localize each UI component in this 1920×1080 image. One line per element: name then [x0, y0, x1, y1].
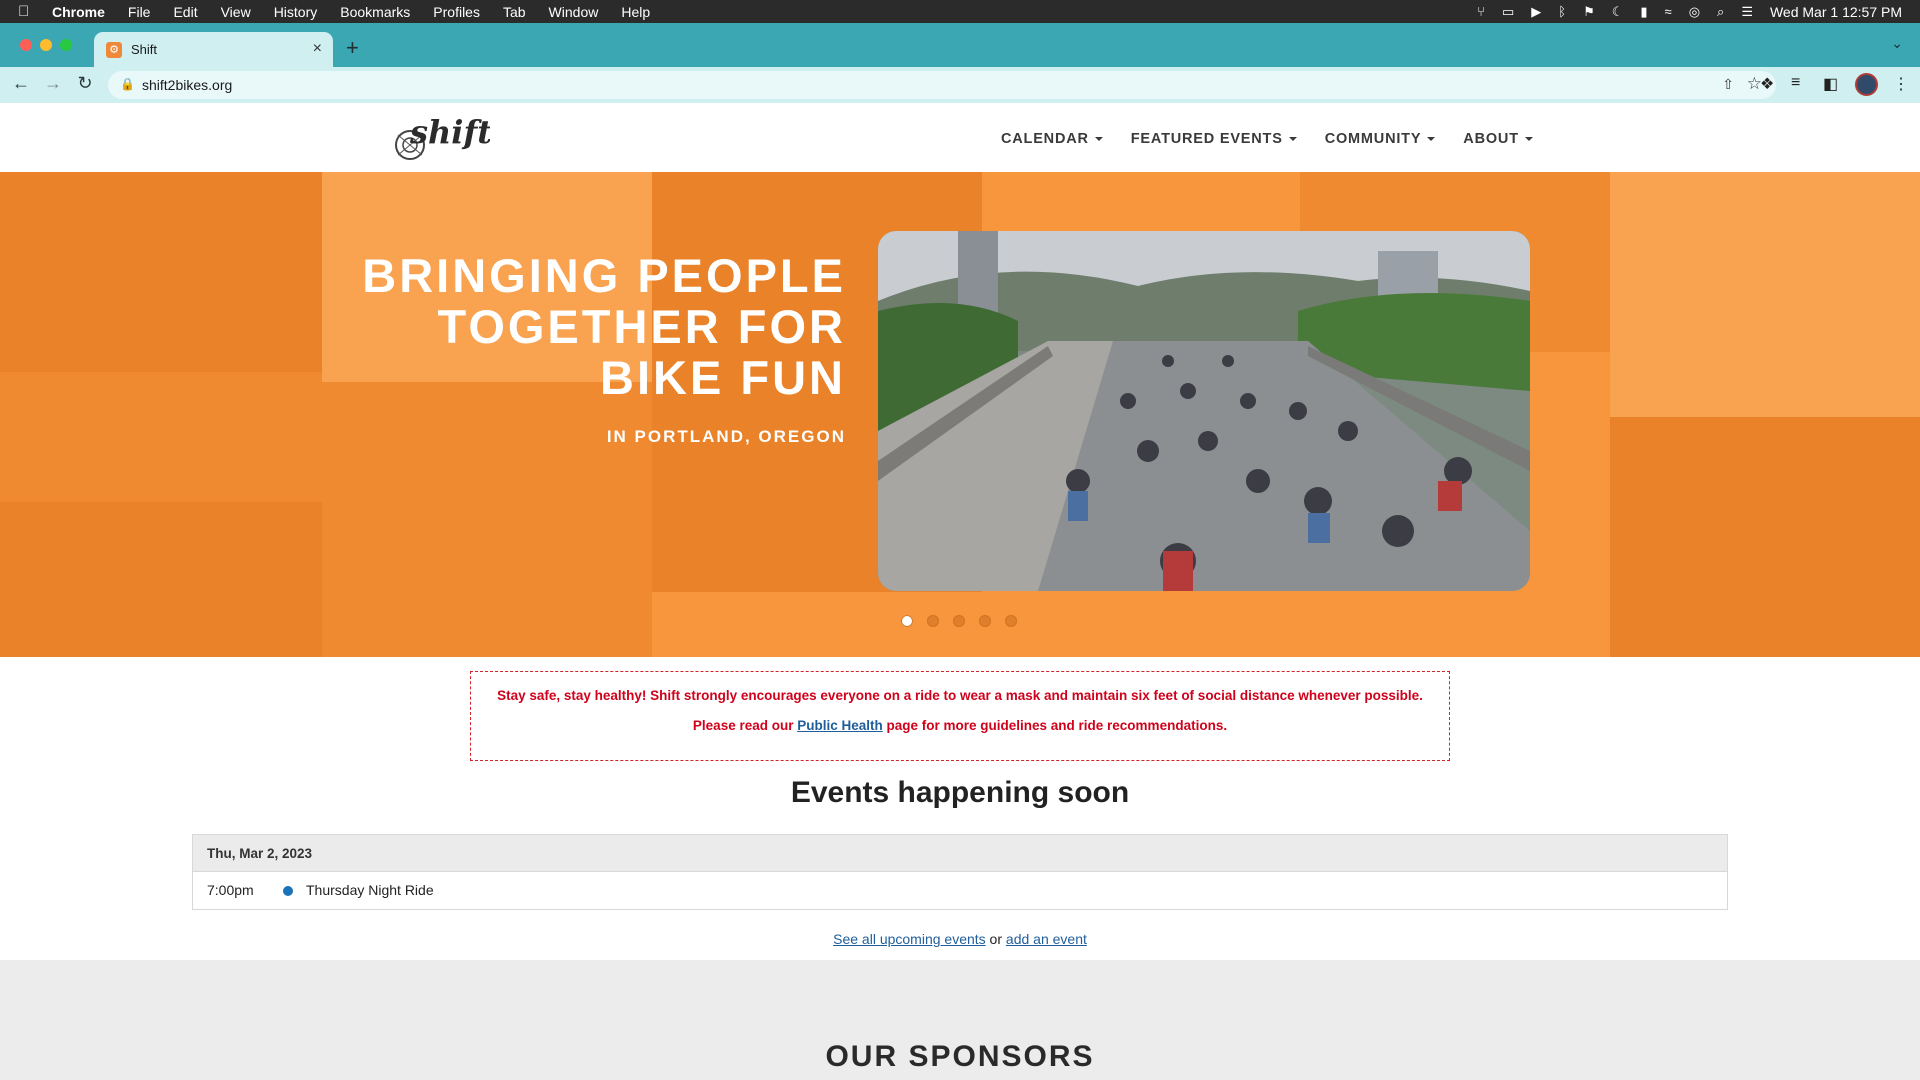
window-minimize-button[interactable] — [40, 39, 52, 51]
apple-menu-icon[interactable]:  — [18, 3, 38, 20]
hero-background-tile — [0, 502, 322, 657]
main-navigation: CALENDAR FEATURED EVENTS COMMUNITY ABOUT — [1001, 131, 1561, 147]
control-center-icon[interactable]: ☰ — [1741, 4, 1753, 20]
hero-headline-line: BRINGING PEOPLE — [362, 249, 846, 302]
hero-background-tile — [1610, 417, 1920, 657]
more-menu-icon[interactable]: ⋮ — [1893, 74, 1909, 94]
tab-close-icon[interactable]: × — [313, 40, 322, 58]
address-url[interactable]: shift2bikes.org — [142, 77, 232, 93]
events-heading: Events happening soon — [790, 776, 1130, 809]
nav-featured-events[interactable]: FEATURED EVENTS — [1131, 131, 1297, 147]
side-panel-icon[interactable]: ◧ — [1823, 74, 1838, 94]
menu-edit[interactable]: Edit — [173, 4, 197, 20]
share-icon[interactable]: ⇧ — [1722, 76, 1734, 93]
display-icon[interactable]: ▭ — [1502, 4, 1514, 20]
browser-tab-strip: ⚙ Shift × + ⌄ — [0, 23, 1920, 67]
wifi-icon[interactable]: ≈ — [1665, 4, 1672, 19]
hero-photo-bike-ride[interactable] — [878, 231, 1530, 591]
hero-headline-line: BIKE FUN — [600, 351, 846, 404]
spotlight-search-icon[interactable]: ⌕ — [1717, 4, 1724, 20]
shift-favicon-icon: ⚙ — [106, 41, 122, 58]
nav-calendar-label: CALENDAR — [1001, 131, 1089, 147]
caret-down-icon — [1427, 137, 1436, 141]
menu-file[interactable]: File — [128, 4, 151, 20]
carousel-dot-3[interactable] — [953, 615, 965, 627]
caret-down-icon — [1524, 137, 1533, 141]
carousel-dot-5[interactable] — [1005, 615, 1017, 627]
battery-icon[interactable]: ▮ — [1640, 4, 1647, 20]
caret-down-icon — [1094, 137, 1103, 141]
lock-icon[interactable]: 🔒 — [120, 77, 135, 91]
event-name[interactable]: Thursday Night Ride — [306, 882, 434, 898]
sponsors-heading: OUR SPONSORS — [825, 1040, 1095, 1073]
menu-clock[interactable]: Wed Mar 1 12:57 PM — [1770, 4, 1902, 20]
forward-arrow-icon[interactable]: → — [41, 73, 65, 94]
browser-toolbar: ← → ↻ 🔒 shift2bikes.org ⇧ ☆ ❖ ≡ ◧ ⋮ — [0, 67, 1920, 103]
menu-tab[interactable]: Tab — [503, 4, 526, 20]
event-bullet-icon — [283, 886, 293, 896]
event-time: 7:00pm — [207, 882, 254, 898]
nav-calendar[interactable]: CALENDAR — [1001, 131, 1103, 147]
menu-history[interactable]: History — [274, 4, 318, 20]
nav-about-label: ABOUT — [1463, 131, 1519, 147]
nav-about[interactable]: ABOUT — [1463, 131, 1533, 147]
hero-subtitle: IN PORTLAND, OREGON — [606, 427, 846, 446]
hero-headline: BRINGING PEOPLE TOGETHER FOR BIKE FUN — [246, 250, 846, 403]
carousel-indicators — [901, 615, 1017, 627]
sponsors-section: OUR SPONSORS — [0, 960, 1920, 1080]
moon-icon[interactable]: ☾ — [1612, 4, 1624, 20]
menu-app-name[interactable]: Chrome — [52, 4, 105, 20]
carousel-dot-4[interactable] — [979, 615, 991, 627]
events-table: Thu, Mar 2, 2023 7:00pm Thursday Night R… — [192, 834, 1728, 910]
hero-background-tile — [1610, 172, 1920, 417]
svg-text:shift: shift — [409, 113, 490, 151]
tab-title: Shift — [131, 42, 158, 57]
menu-view[interactable]: View — [221, 4, 251, 20]
menu-bookmarks[interactable]: Bookmarks — [340, 4, 410, 20]
menu-window[interactable]: Window — [549, 4, 599, 20]
browser-tab-shift[interactable]: ⚙ Shift × — [94, 32, 333, 67]
nav-community[interactable]: COMMUNITY — [1325, 131, 1436, 147]
address-bar[interactable]: 🔒 shift2bikes.org ⇧ ☆ — [108, 71, 1776, 99]
hero-headline-line: TOGETHER FOR — [437, 300, 846, 353]
macos-menu-bar:  Chrome File Edit View History Bookmark… — [0, 0, 1920, 23]
reading-list-icon[interactable]: ≡ — [1791, 74, 1800, 92]
hero-background-tile — [322, 382, 652, 657]
notice-line-2-suffix: page for more guidelines and ride recomm… — [882, 718, 1228, 733]
profile-avatar[interactable] — [1855, 73, 1878, 96]
window-zoom-button[interactable] — [60, 39, 72, 51]
see-all-events-link[interactable]: See all upcoming events — [833, 931, 986, 947]
extensions-puzzle-icon[interactable]: ❖ — [1760, 74, 1774, 94]
carousel-dot-1[interactable] — [901, 615, 913, 627]
reload-icon[interactable]: ↻ — [73, 73, 97, 94]
bluetooth-icon[interactable]: ᛒ — [1558, 4, 1566, 19]
events-links: See all upcoming events or add an event — [0, 931, 1920, 947]
notice-line-2: Please read our Public Health page for m… — [471, 718, 1449, 733]
back-arrow-icon[interactable]: ← — [9, 73, 33, 94]
event-date-header: Thu, Mar 2, 2023 — [193, 835, 1727, 872]
window-close-button[interactable] — [20, 39, 32, 51]
user-icon[interactable]: ◎ — [1689, 4, 1700, 20]
menu-help[interactable]: Help — [621, 4, 650, 20]
shift-logo[interactable]: shift — [390, 111, 490, 167]
site-header: shift CALENDAR FEATURED EVENTS COMMUNITY… — [0, 103, 1920, 172]
add-event-link[interactable]: add an event — [1006, 931, 1087, 947]
flag-input-icon[interactable]: ⚑ — [1583, 4, 1595, 20]
health-notice: Stay safe, stay healthy! Shift strongly … — [470, 671, 1450, 761]
event-row[interactable]: 7:00pm Thursday Night Ride — [193, 872, 1727, 909]
caret-down-icon — [1288, 137, 1297, 141]
nav-community-label: COMMUNITY — [1324, 131, 1422, 147]
tab-search-chevron-icon[interactable]: ⌄ — [1891, 35, 1903, 52]
carousel-dot-2[interactable] — [927, 615, 939, 627]
nav-featured-events-label: FEATURED EVENTS — [1130, 131, 1283, 147]
menu-profiles[interactable]: Profiles — [433, 4, 480, 20]
media-play-icon[interactable]: ▶ — [1531, 4, 1541, 20]
hero-banner: BRINGING PEOPLE TOGETHER FOR BIKE FUN IN… — [0, 172, 1920, 657]
events-links-or: or — [985, 931, 1006, 947]
notice-line-2-prefix: Please read our — [692, 718, 798, 733]
notice-line-1: Stay safe, stay healthy! Shift strongly … — [497, 688, 1423, 703]
public-health-link[interactable]: Public Health — [797, 718, 883, 733]
new-tab-button[interactable]: + — [346, 35, 359, 61]
status-app-icon[interactable]: ⑂ — [1477, 4, 1485, 19]
